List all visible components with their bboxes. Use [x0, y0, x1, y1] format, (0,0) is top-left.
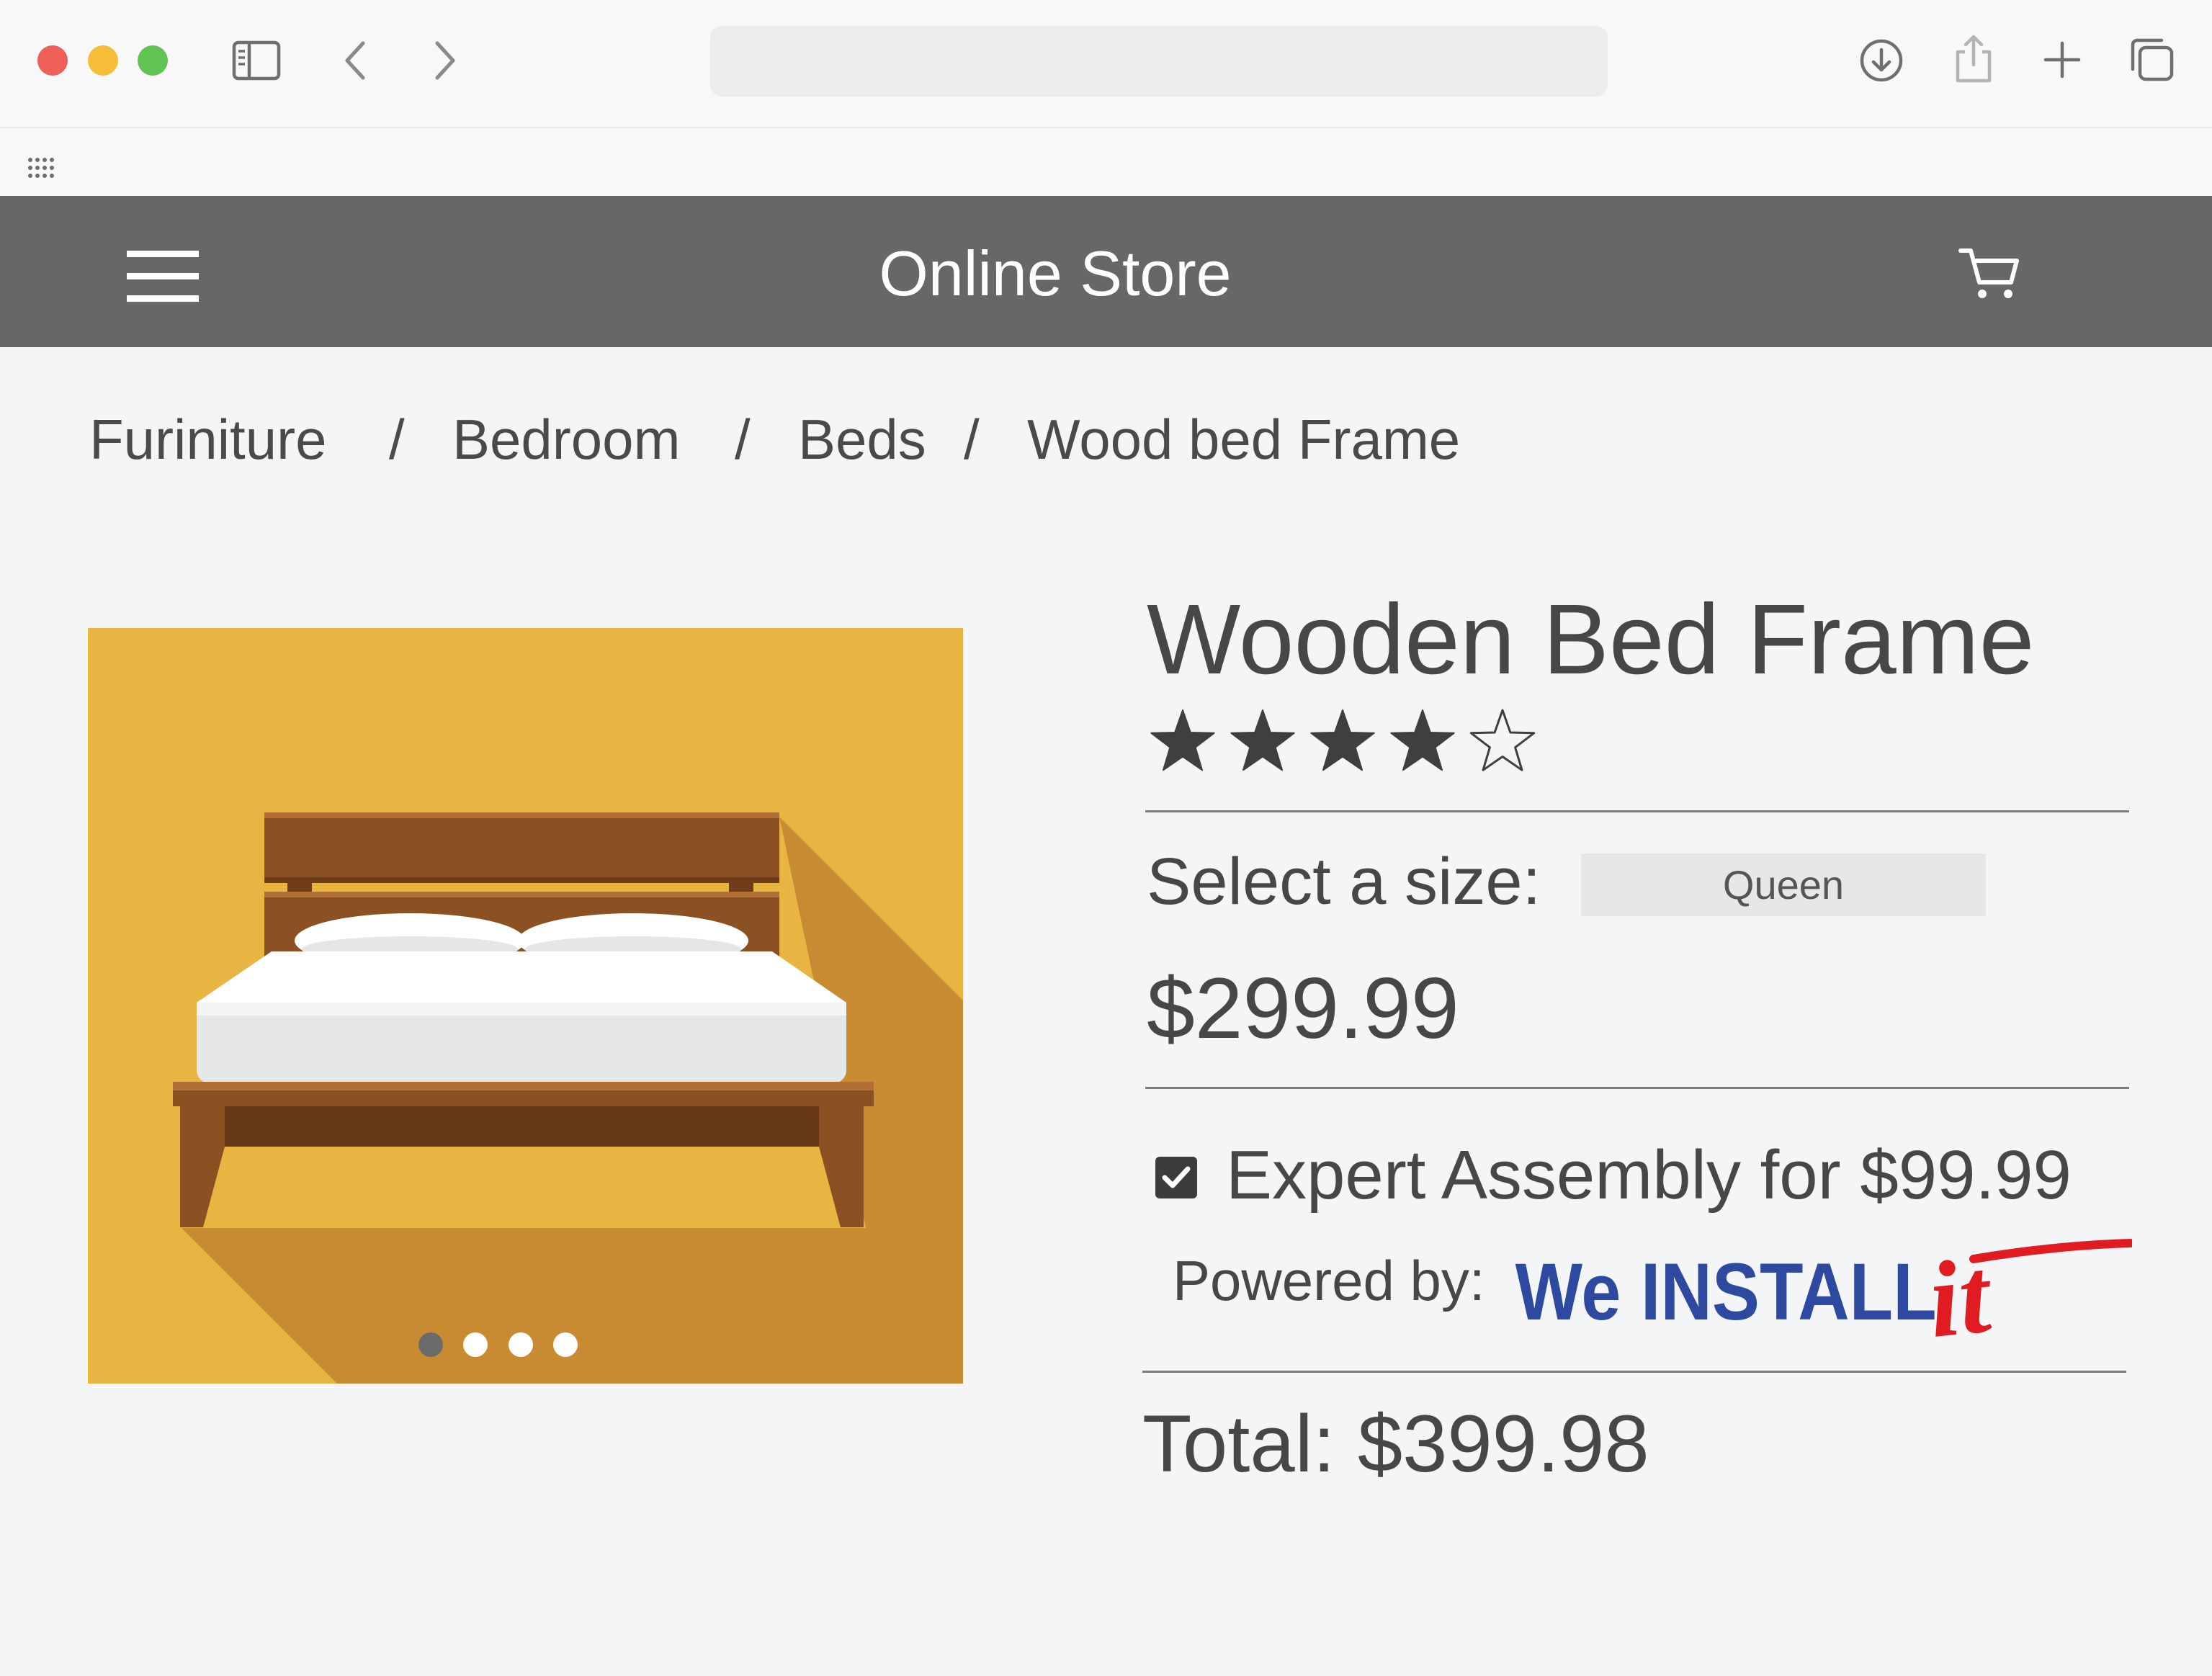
assembly-label[interactable]: Expert Assembly for $99.99: [1226, 1132, 2072, 1219]
breadcrumb-item-bedroom[interactable]: Bedroom: [452, 403, 681, 475]
download-icon[interactable]: [1858, 37, 1904, 84]
breadcrumb-item-current: Wood bed Frame: [1027, 408, 1461, 471]
breadcrumb-separator: /: [964, 408, 980, 471]
divider: [1145, 1087, 2129, 1089]
we-install-it-logo: We INSTALL it: [1515, 1235, 2132, 1354]
checkmark-icon: [1162, 1166, 1191, 1188]
breadcrumb-separator: /: [735, 408, 751, 471]
star-filled-icon[interactable]: [1310, 709, 1375, 771]
powered-by-label: Powered by:: [1173, 1249, 1485, 1312]
star-empty-icon[interactable]: [1469, 709, 1536, 771]
toolbar-divider: [0, 127, 2212, 128]
breadcrumb-item-beds[interactable]: Beds: [798, 403, 926, 475]
carousel-dot[interactable]: [463, 1332, 488, 1357]
apps-grid-icon[interactable]: [26, 156, 61, 182]
divider: [1145, 810, 2129, 812]
carousel-dot-active[interactable]: [418, 1332, 443, 1357]
product-price: $299.99: [1147, 960, 1459, 1057]
store-title: Online Store: [879, 238, 1232, 309]
star-filled-icon[interactable]: [1230, 709, 1295, 771]
minimize-window-button[interactable]: [88, 45, 118, 76]
product-image[interactable]: [88, 628, 963, 1384]
star-rating[interactable]: [1147, 706, 1550, 778]
tabs-overview-icon[interactable]: [2128, 36, 2176, 84]
zoom-window-button[interactable]: [138, 45, 168, 76]
breadcrumb-item-furniture[interactable]: Furiniture: [89, 403, 326, 475]
close-window-button[interactable]: [37, 45, 68, 76]
sidebar-icon[interactable]: [232, 40, 281, 81]
breadcrumb-separator: /: [389, 408, 405, 471]
share-icon[interactable]: [1952, 33, 1995, 85]
divider: [1142, 1371, 2126, 1373]
carousel-dot[interactable]: [553, 1332, 578, 1357]
bed-mattress: [197, 951, 846, 1083]
assembly-checkbox[interactable]: [1155, 1157, 1197, 1198]
address-bar[interactable]: [710, 26, 1608, 97]
new-tab-icon[interactable]: [2043, 40, 2082, 79]
product-title: Wooden Bed Frame: [1147, 584, 2035, 695]
size-select[interactable]: Queen: [1581, 853, 1986, 916]
star-filled-icon[interactable]: [1390, 709, 1455, 771]
forward-icon[interactable]: [430, 39, 459, 82]
cart-icon[interactable]: [1958, 245, 2020, 303]
back-icon[interactable]: [341, 39, 370, 82]
carousel-dot[interactable]: [509, 1332, 533, 1357]
star-filled-icon[interactable]: [1150, 709, 1215, 771]
size-label: Select a size:: [1147, 845, 1541, 918]
svg-text:We INSTALL: We INSTALL: [1515, 1247, 1937, 1337]
order-total: Total: $399.98: [1142, 1399, 1649, 1489]
